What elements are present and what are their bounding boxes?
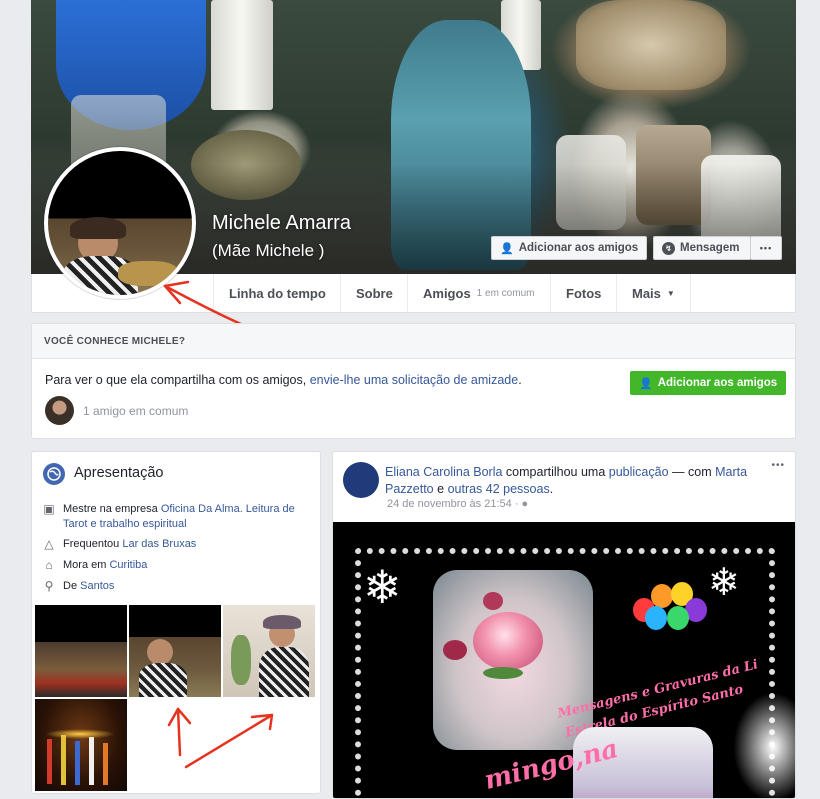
study-link[interactable]: Lar das Bruxas xyxy=(122,538,196,550)
more-options-button[interactable]: ••• xyxy=(750,236,782,260)
add-friend-button-green[interactable]: 👤 Adicionar aos amigos xyxy=(630,371,787,395)
add-friend-label: Adicionar aos amigos xyxy=(518,242,639,254)
know-card-text: Para ver o que ela compartilha com os am… xyxy=(45,373,522,387)
more-dots-icon: ••• xyxy=(759,243,773,253)
profile-alternate-name: (Mãe Michele ) xyxy=(212,241,325,260)
balloons-graphic xyxy=(633,580,711,658)
tab-friends[interactable]: Amigos 1 em comum xyxy=(407,274,549,312)
friends-mutual-count: 1 em comum xyxy=(476,287,535,299)
work-prefix: Mestre na empresa xyxy=(63,503,158,515)
lives-row: ⌂ Mora em Curitiba xyxy=(42,558,307,573)
intro-title: Apresentação xyxy=(74,465,164,481)
post-image[interactable]: ❄ ❄ Mensagens e Gravuras da Li Estrela d… xyxy=(333,522,795,798)
tab-about-label: Sobre xyxy=(356,285,393,301)
home-icon: ⌂ xyxy=(45,558,53,572)
from-link[interactable]: Santos xyxy=(80,580,114,592)
message-button[interactable]: ↯ Mensagem xyxy=(653,236,751,260)
cover-shells xyxy=(576,0,726,90)
lives-prefix: Mora em xyxy=(63,559,107,571)
know-text-prefix: Para ver o que ela compartilha com os am… xyxy=(45,373,307,387)
photo-thumbnail[interactable] xyxy=(35,605,127,697)
snowflake-icon: ❄ xyxy=(363,561,402,613)
annotation-arrows xyxy=(167,707,274,769)
education-row: △ Frequentou Lar das Bruxas xyxy=(42,537,307,552)
message-label: Mensagem xyxy=(680,242,740,254)
know-michele-card: VOCÊ CONHECE MICHELE? Para ver o que ela… xyxy=(31,323,796,439)
cover-candle xyxy=(211,0,273,110)
briefcase-icon: ▣ xyxy=(43,502,55,516)
caret-down-icon: ▼ xyxy=(666,288,675,298)
post-with-text: — com xyxy=(672,465,712,479)
post-time-text: 24 de novembro às 21:54 xyxy=(387,498,512,510)
post-timestamp[interactable]: 24 de novembro às 21:54 · ● xyxy=(387,498,528,510)
messenger-icon: ↯ xyxy=(662,241,675,255)
from-prefix: De xyxy=(63,580,78,592)
post-and-text: e xyxy=(437,482,445,496)
photo-thumbnail[interactable] xyxy=(35,699,127,791)
mutual-friends-text[interactable]: 1 amigo em comum xyxy=(83,404,188,418)
add-friend-icon: 👤 xyxy=(639,377,653,390)
send-friend-request-link[interactable]: envie-lhe uma solicitação de amizade xyxy=(310,373,518,387)
study-prefix: Frequentou xyxy=(63,538,120,550)
globe-icon xyxy=(43,463,65,485)
lives-text: Mora em Curitiba xyxy=(63,558,147,573)
profile-name[interactable]: Michele Amarra xyxy=(212,212,351,235)
post-publication-link[interactable]: publicação xyxy=(609,465,669,479)
post-action-text: compartilhou uma xyxy=(505,465,606,479)
know-card-title: VOCÊ CONHECE MICHELE? xyxy=(32,324,795,359)
graduation-cap-icon: △ xyxy=(44,537,54,551)
know-text-suffix: . xyxy=(518,373,522,387)
snowflake-icon: ❄ xyxy=(708,562,740,604)
tab-photos[interactable]: Fotos xyxy=(550,274,616,312)
work-row: ▣ Mestre na empresa Oficina Da Alma. Lei… xyxy=(42,502,307,532)
add-friend-icon: 👤 xyxy=(500,242,514,255)
post-card: Eliana Carolina Borla compartilhou uma p… xyxy=(332,451,796,799)
tab-friends-label: Amigos xyxy=(423,285,471,301)
add-friend-green-label: Adicionar aos amigos xyxy=(657,377,778,389)
mutual-friend-avatar[interactable] xyxy=(45,396,74,425)
from-text: De Santos xyxy=(63,579,114,594)
post-author-link[interactable]: Eliana Carolina Borla xyxy=(385,465,502,479)
tab-photos-label: Fotos xyxy=(566,285,602,301)
work-text: Mestre na empresa Oficina Da Alma. Leitu… xyxy=(63,502,307,532)
photo-thumbnail[interactable] xyxy=(223,605,315,697)
post-others-link[interactable]: outras 42 pessoas xyxy=(448,482,550,496)
location-pin-icon: ⚲ xyxy=(44,579,54,593)
education-text: Frequentou Lar das Bruxas xyxy=(63,537,196,552)
photo-thumbnail[interactable] xyxy=(129,605,221,697)
tab-about[interactable]: Sobre xyxy=(340,274,408,312)
tab-more-label: Mais xyxy=(632,285,661,301)
from-row: ⚲ De Santos xyxy=(42,579,307,594)
post-author-avatar[interactable] xyxy=(343,462,379,498)
tab-more[interactable]: Mais ▼ xyxy=(616,274,691,312)
intro-card: Apresentação ▣ Mestre na empresa Oficina… xyxy=(31,451,321,794)
lives-link[interactable]: Curitiba xyxy=(109,559,147,571)
public-globe-icon: · ● xyxy=(514,498,529,510)
add-friend-button[interactable]: 👤 Adicionar aos amigos xyxy=(491,236,648,260)
post-options-button[interactable]: ••• xyxy=(771,460,785,471)
post-header: Eliana Carolina Borla compartilhou uma p… xyxy=(385,464,755,498)
post-period: . xyxy=(549,482,554,496)
